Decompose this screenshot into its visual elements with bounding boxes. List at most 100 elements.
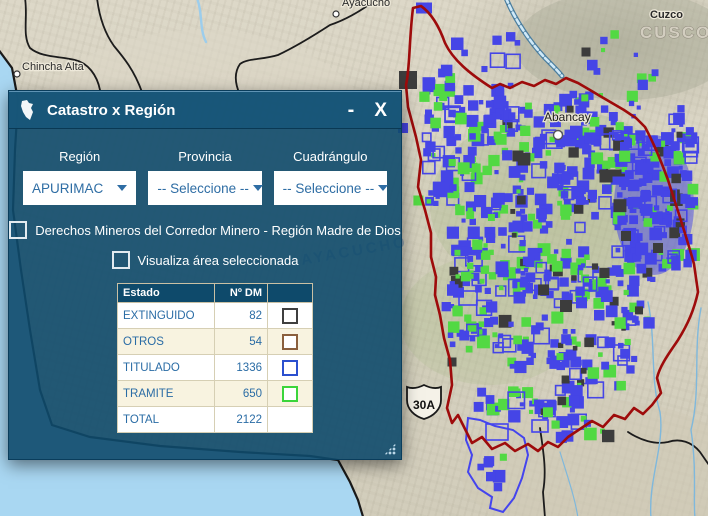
provincia-select[interactable]: -- Seleccione -- <box>148 171 261 205</box>
cuadrangulo-select-value: -- Seleccione -- <box>283 181 375 196</box>
concession-square <box>546 150 552 156</box>
concession-square <box>494 132 502 140</box>
checkbox-cell <box>268 355 313 381</box>
catastro-panel: Catastro x Región - X Región APURIMAC Pr… <box>8 90 402 460</box>
region-label: Región <box>23 149 136 164</box>
concession-square <box>581 368 587 374</box>
concession-square <box>573 346 578 351</box>
concession-square <box>491 53 505 67</box>
region-select[interactable]: APURIMAC <box>23 171 136 205</box>
concession-square <box>520 402 524 406</box>
concession-square <box>643 317 654 328</box>
concession-square <box>543 407 553 417</box>
concession-square <box>447 284 459 296</box>
concession-square <box>485 288 491 294</box>
concession-square <box>601 48 605 52</box>
concession-square <box>562 249 571 258</box>
dm-table-header-row: Estado Nº DM <box>118 284 313 303</box>
concession-square <box>652 69 659 76</box>
concession-square <box>673 113 685 125</box>
close-button[interactable]: X <box>374 101 387 120</box>
concession-square <box>474 195 486 207</box>
concession-square <box>513 151 524 162</box>
concession-square <box>462 219 466 223</box>
concession-square <box>481 250 491 260</box>
concession-square <box>461 50 468 57</box>
provincia-filter: Provincia -- Seleccione -- <box>148 149 261 205</box>
status-checkbox[interactable] <box>282 360 298 376</box>
dm-table-body: EXTINGUIDO82OTROS54TITULADO1336TRAMITE65… <box>118 303 313 433</box>
concession-square <box>614 199 627 212</box>
status-checkbox[interactable] <box>282 386 298 402</box>
concession-square <box>654 205 659 210</box>
concession-square <box>561 278 566 283</box>
peru-map-icon <box>19 100 35 121</box>
chevron-down-icon <box>117 185 127 191</box>
concession-square <box>652 185 663 196</box>
concession-square <box>557 362 566 371</box>
concession-square <box>594 140 601 147</box>
concession-square <box>619 151 630 162</box>
corredor-checkbox-label: Derechos Mineros del Corredor Minero - R… <box>35 223 401 238</box>
concession-square <box>667 205 673 211</box>
provincia-select-value: -- Seleccione -- <box>157 181 249 196</box>
concession-square <box>631 197 642 208</box>
concession-square <box>477 388 486 397</box>
region-filter: Región APURIMAC <box>23 149 136 205</box>
concession-square <box>525 103 532 110</box>
concession-square <box>477 335 490 348</box>
concession-square <box>629 101 634 106</box>
concession-square <box>617 216 626 225</box>
concession-square <box>677 132 683 138</box>
cuadrangulo-select[interactable]: -- Seleccione -- <box>274 171 387 205</box>
concession-square <box>653 243 663 253</box>
concession-square <box>569 147 579 157</box>
concession-square <box>524 268 528 272</box>
cusco-big-label: CUSCO <box>640 23 708 42</box>
concession-square <box>609 112 618 121</box>
estado-cell: TITULADO <box>118 355 215 381</box>
route-shield-label: 30A <box>413 398 435 412</box>
concession-square <box>592 263 598 269</box>
concession-square <box>584 428 597 441</box>
minimize-button[interactable]: - <box>348 100 355 120</box>
concession-square <box>528 214 535 221</box>
concession-square <box>522 342 534 354</box>
concession-square <box>496 108 502 114</box>
abancay-label: Abancay <box>544 110 591 124</box>
concession-square <box>625 339 631 345</box>
concession-square <box>650 277 655 282</box>
status-checkbox[interactable] <box>282 308 298 324</box>
concession-square <box>582 48 591 57</box>
concession-square <box>469 133 476 140</box>
concession-square <box>686 127 694 135</box>
visualiza-checkbox[interactable] <box>112 251 130 269</box>
concession-square <box>514 361 526 373</box>
corredor-checkbox[interactable] <box>9 221 27 239</box>
resize-handle[interactable] <box>384 443 396 455</box>
concession-square <box>637 106 641 110</box>
concession-square <box>521 317 531 327</box>
concession-square <box>515 40 521 46</box>
concession-square <box>520 240 526 246</box>
concession-square <box>527 188 534 195</box>
ndm-cell: 82 <box>215 303 268 329</box>
concession-square <box>433 182 446 195</box>
concession-square <box>591 212 599 220</box>
concession-square <box>671 174 681 184</box>
concession-square <box>430 118 441 129</box>
status-checkbox[interactable] <box>282 334 298 350</box>
concession-square <box>433 201 438 206</box>
panel-titlebar[interactable]: Catastro x Región - X <box>9 91 401 129</box>
visualiza-option: Visualiza área seleccionada <box>9 251 401 269</box>
region-select-value: APURIMAC <box>32 181 103 196</box>
chincha-alta-marker <box>14 71 20 77</box>
concession-square <box>501 244 506 249</box>
concession-square <box>615 317 627 329</box>
concession-square <box>455 206 465 216</box>
concession-square <box>504 193 513 202</box>
concession-square <box>455 95 464 104</box>
concession-square <box>637 264 647 274</box>
concession-square <box>494 483 503 492</box>
concession-square <box>584 200 589 205</box>
